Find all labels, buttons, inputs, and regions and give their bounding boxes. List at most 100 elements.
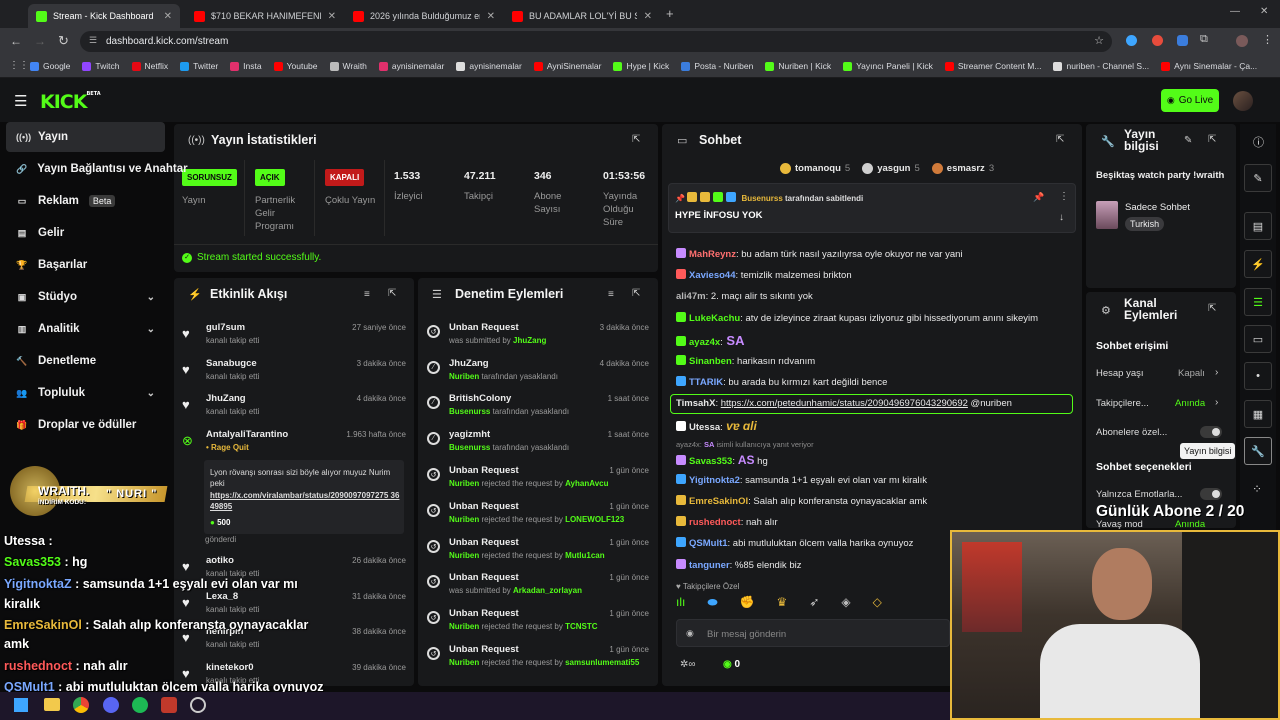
chat-username[interactable]: Sinanben — [689, 356, 732, 367]
bookmark-star-icon[interactable]: ☆ — [1094, 34, 1104, 47]
extension-icon[interactable] — [1126, 35, 1137, 46]
filter-icon[interactable]: ≡ — [608, 289, 614, 300]
chat-username[interactable]: ayaz4x — [689, 337, 720, 348]
bookmark-item[interactable]: Google — [30, 61, 70, 71]
browser-tab[interactable]: Stream - Kick Dashboard ✕ — [28, 4, 180, 28]
mod-user[interactable]: Nuriben — [449, 622, 479, 631]
browser-tab[interactable]: BU ADAMLAR LOL'Yİ BU SEFER ✕ — [504, 4, 660, 28]
chat-username[interactable]: tanguner — [689, 560, 730, 571]
bookmark-item[interactable]: Twitch — [82, 61, 120, 71]
extension-icon[interactable] — [1177, 35, 1188, 46]
chat-settings-icon[interactable]: ✲∞ — [680, 659, 696, 670]
go-live-button[interactable]: ◉ Go Live — [1161, 89, 1219, 112]
user-avatar[interactable] — [1233, 91, 1253, 111]
event-user[interactable]: Sanabugce — [206, 358, 257, 369]
requester-user[interactable]: samsunlumemati55 — [565, 658, 639, 667]
event-user[interactable]: gul7sum — [206, 322, 245, 333]
expand-icon[interactable]: ⇱ — [388, 288, 396, 299]
mod-user[interactable]: Nuriben — [449, 551, 479, 560]
event-user[interactable]: kinetekor0 — [206, 662, 254, 673]
setting-value[interactable]: Kapalı — [1178, 368, 1205, 379]
bookmark-item[interactable]: Yayıncı Paneli | Kick — [843, 61, 933, 71]
extension-icon[interactable] — [1152, 35, 1163, 46]
apps-grid-icon[interactable]: ⋮⋮ — [9, 60, 29, 71]
windows-start-icon[interactable] — [14, 698, 28, 712]
sidebar-item-analitik[interactable]: ▥ Analitik ⌄ — [6, 314, 165, 344]
top-gifter[interactable]: esmasrz 3 — [931, 163, 994, 174]
tip-message-link[interactable]: https://x.com/viralambar/status/20900970… — [210, 490, 400, 512]
close-icon[interactable]: ✕ — [328, 11, 336, 22]
mod-user[interactable]: Busenurss — [449, 407, 490, 416]
expand-icon[interactable]: ⇱ — [1208, 134, 1216, 145]
chevron-right-icon[interactable]: › — [1215, 397, 1218, 408]
chat-username[interactable]: MahReynz — [689, 249, 736, 260]
bookmark-item[interactable]: Wraith — [329, 61, 367, 71]
bookmark-item[interactable]: Aynı Sinemalar - Ça... — [1161, 61, 1257, 71]
sidebar-item-başarılar[interactable]: 🏆 Başarılar — [6, 250, 165, 280]
mod-user[interactable]: Busenurss — [449, 443, 490, 452]
event-user[interactable]: aotiko — [206, 555, 234, 566]
discord-icon[interactable] — [103, 697, 119, 713]
chat-username[interactable]: Xavieso44 — [689, 270, 735, 281]
bookmark-item[interactable]: Netflix — [131, 61, 168, 71]
bookmark-item[interactable]: Posta - Nuriben — [681, 61, 753, 71]
expand-icon[interactable]: ⇱ — [632, 288, 640, 299]
event-user[interactable]: Lexa_8 — [206, 591, 238, 602]
hamburger-menu-icon[interactable]: ☰ — [14, 92, 27, 110]
lightning-icon[interactable]: ⚡ — [1244, 250, 1272, 278]
emote-only-toggle[interactable] — [1200, 488, 1222, 500]
collapse-icon[interactable]: ↓ — [1059, 212, 1064, 223]
mod-user[interactable]: Nuriben — [449, 658, 479, 667]
close-icon[interactable]: ✕ — [644, 11, 652, 22]
chat-bubble-icon[interactable]: ▭ — [1244, 325, 1272, 353]
top-gifter[interactable]: yasgun 5 — [862, 163, 920, 174]
mod-user[interactable]: Nuriben — [449, 515, 479, 524]
chat-username[interactable]: Utessa — [689, 422, 720, 433]
chat-username[interactable]: Savas353 — [689, 456, 732, 467]
minimize-icon[interactable]: — — [1230, 6, 1240, 17]
edit-icon[interactable]: ✎ — [1244, 164, 1272, 192]
bookmark-item[interactable]: nuriben - Channel S... — [1053, 61, 1149, 71]
bookmark-item[interactable]: Streamer Content M... — [944, 61, 1041, 71]
sidebar-item-topluluk[interactable]: 👥 Topluluk ⌄ — [6, 378, 165, 408]
filter-icon[interactable]: ≡ — [364, 289, 370, 300]
back-icon[interactable]: ← — [10, 34, 22, 48]
new-tab-icon[interactable]: + — [666, 6, 674, 21]
file-explorer-icon[interactable] — [44, 698, 60, 711]
expand-icon[interactable]: ⇱ — [1208, 303, 1216, 314]
sidebar-item-gelir[interactable]: ▤ Gelir — [6, 218, 165, 248]
chat-username[interactable]: QSMult1 — [689, 538, 728, 549]
chat-username[interactable]: LukeKachu — [689, 313, 740, 324]
chevron-right-icon[interactable]: › — [1215, 367, 1218, 378]
wrench-icon[interactable]: 🔧 — [1244, 437, 1272, 465]
edit-icon[interactable]: ✎ — [1184, 135, 1192, 146]
chat-username[interactable]: ali47m — [676, 291, 706, 302]
sidebar-item-stüdyo[interactable]: ▣ Stüdyo ⌄ — [6, 282, 165, 312]
menu-kebab-icon[interactable]: ⋮ — [1262, 33, 1273, 46]
top-gifter[interactable]: tomanoqu 5 — [780, 163, 850, 174]
info-icon[interactable]: ⓘ — [1253, 134, 1264, 150]
app-icon[interactable] — [161, 697, 177, 713]
sidebar-item-denetleme[interactable]: 🔨 Denetleme — [6, 346, 165, 376]
site-info-icon[interactable]: ☰ — [89, 35, 97, 46]
forward-icon[interactable]: → — [34, 34, 46, 48]
chat-username[interactable]: EmreSakinOl — [689, 496, 748, 507]
bookmark-item[interactable]: aynisinemalar — [378, 61, 444, 71]
bookmark-item[interactable]: AyniSinemalar — [533, 61, 601, 71]
bookmark-item[interactable]: Insta — [230, 61, 262, 71]
grid-icon[interactable]: ▦ — [1244, 400, 1272, 428]
unpin-icon[interactable]: 📌 — [1033, 192, 1044, 203]
chat-input[interactable]: ◉ Bir mesaj gönderin — [676, 619, 950, 647]
mod-user[interactable]: Arkadan_zorlayan — [513, 586, 582, 595]
layout-icon[interactable]: ▤ — [1244, 212, 1272, 240]
emote-bar[interactable]: ılı ⬬ ✊ ♛ ➶ ◈ ◇ — [676, 595, 946, 611]
extensions-puzzle-icon[interactable]: ⧉ — [1200, 33, 1208, 46]
spotify-icon[interactable] — [132, 697, 148, 713]
sliders-icon[interactable]: ⁘ — [1252, 482, 1262, 496]
bookmark-item[interactable]: aynisinemalar — [456, 61, 522, 71]
address-bar[interactable]: ☰ dashboard.kick.com/stream ☆ — [80, 31, 1112, 52]
chat-username[interactable]: rushednoct — [689, 517, 741, 528]
kick-logo[interactable]: KICKBETA — [40, 91, 101, 113]
profile-avatar[interactable] — [1236, 35, 1248, 47]
broadcast-icon[interactable]: • — [1244, 362, 1272, 390]
